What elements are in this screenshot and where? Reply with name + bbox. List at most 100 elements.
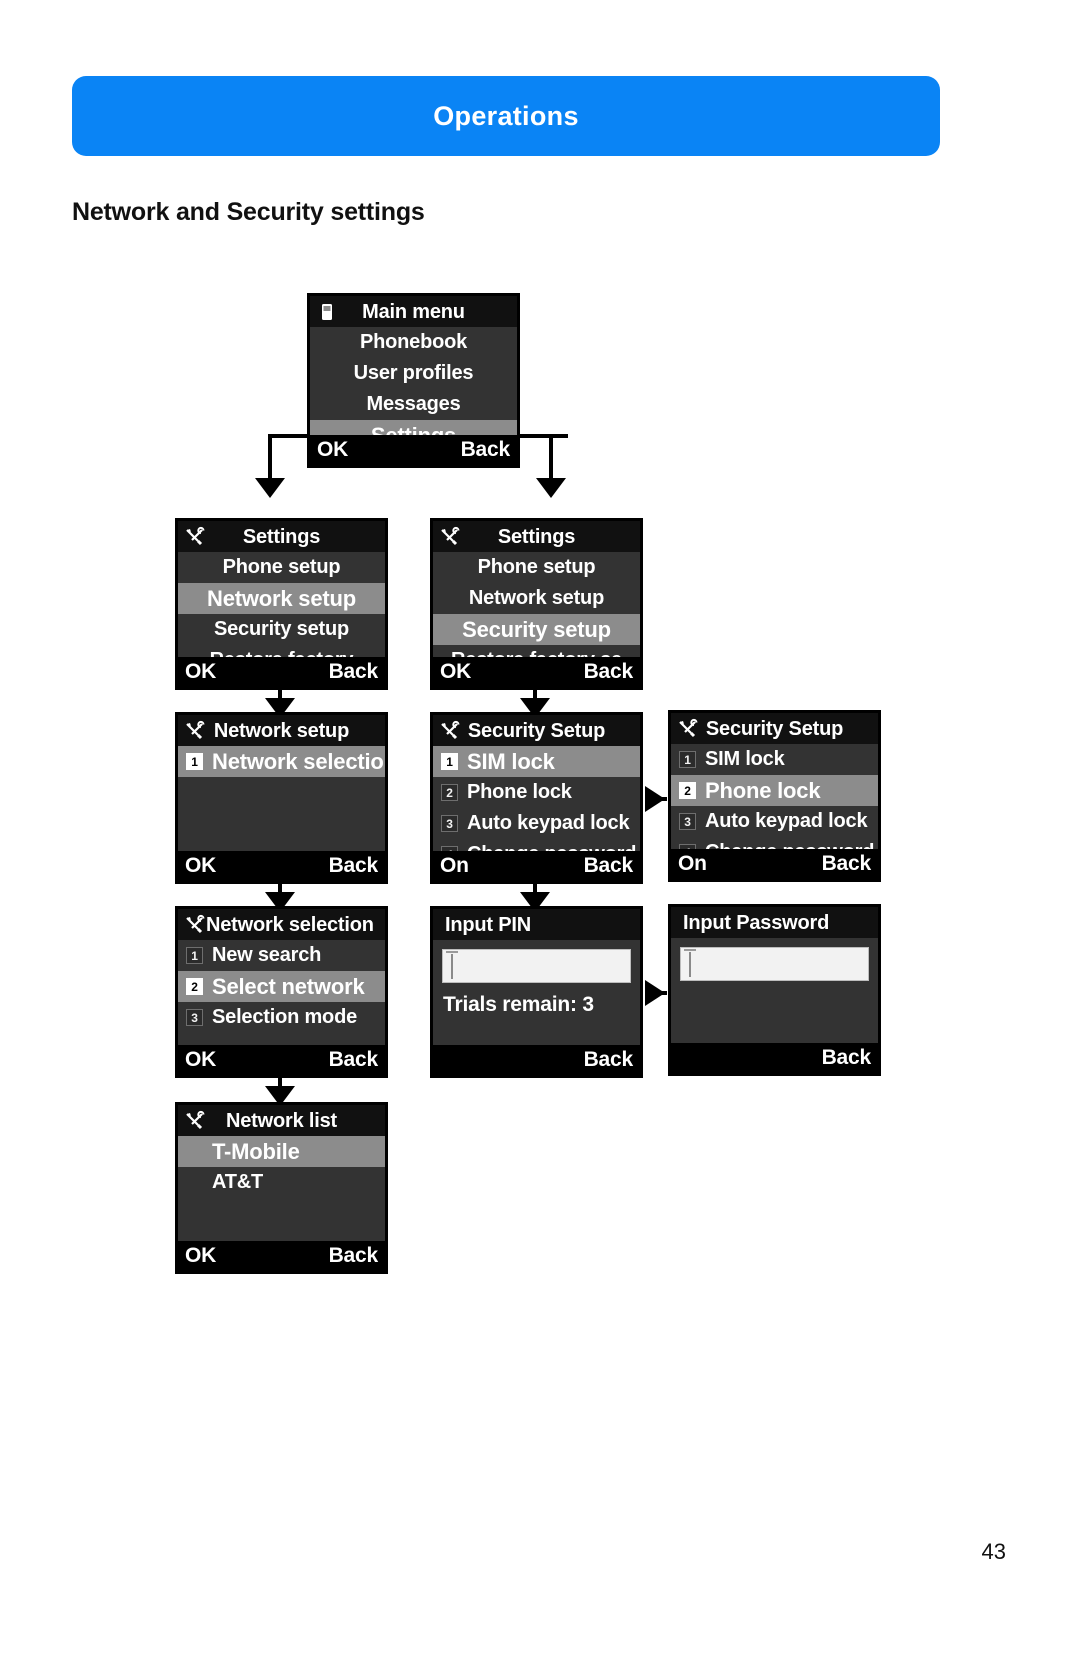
list-item[interactable]: Phone setup: [178, 552, 385, 583]
list-item[interactable]: 2 Phone lock: [433, 777, 640, 808]
list-item-label: New search: [212, 944, 322, 966]
screen-title: Input Password: [683, 911, 830, 934]
list-item-number: 3: [186, 1009, 203, 1026]
list-item-label: Auto keypad lock: [467, 812, 630, 834]
title-spacer: [357, 526, 379, 548]
list-item[interactable]: AT&T: [178, 1167, 385, 1198]
list-item[interactable]: Phone setup: [433, 552, 640, 583]
screen-network-list: Network list T-Mobile AT&T OK Back: [175, 1102, 388, 1274]
softkey-bar: Back: [671, 1043, 878, 1073]
trials-remaining-text: Trials remain: 3: [443, 993, 594, 1016]
screen-titlebar: Network list: [178, 1105, 385, 1136]
screen-title: Settings: [497, 525, 576, 548]
title-spacer: [374, 914, 385, 936]
softkey-left[interactable]: On: [678, 852, 707, 876]
screen-titlebar: Network setup: [178, 715, 385, 746]
list-item-label: Network setup: [468, 587, 605, 609]
list-item-label: Phonebook: [359, 331, 468, 353]
screen-body: 1 Network selectio: [178, 746, 385, 777]
list-item[interactable]: 3 Auto keypad lock: [671, 806, 878, 837]
list-item-number: 2: [186, 978, 203, 995]
password-input[interactable]: [680, 947, 869, 981]
list-item-label: Messages: [366, 393, 461, 415]
screen-title: Settings: [242, 525, 321, 548]
screen-titlebar: Main menu: [310, 296, 517, 327]
list-item-number: 2: [441, 784, 458, 801]
list-item-selected[interactable]: 1 Network selectio: [178, 746, 385, 777]
screen-title: Security Setup: [705, 717, 844, 740]
list-item-selected[interactable]: Network setup: [178, 583, 385, 614]
screen-title: Main menu: [362, 300, 465, 323]
arrow-right-icon: [645, 786, 665, 812]
softkey-bar: On Back: [671, 849, 878, 879]
screen-network-selection: Network selection 1 New search 2 Select …: [175, 906, 388, 1078]
screen-title: Network list: [226, 1109, 337, 1132]
list-item-selected[interactable]: 2 Select network: [178, 971, 385, 1002]
softkey-right[interactable]: Back: [329, 854, 379, 878]
softkey-right[interactable]: Back: [822, 1046, 872, 1070]
list-item-label: Security setup: [213, 618, 350, 640]
list-item[interactable]: User profiles: [310, 358, 517, 389]
softkey-left[interactable]: OK: [185, 1244, 216, 1268]
list-item[interactable]: Messages: [310, 389, 517, 420]
softkey-right[interactable]: Back: [822, 852, 872, 876]
list-item-selected[interactable]: Security setup: [433, 614, 640, 645]
arrow-right-icon: [645, 980, 665, 1006]
screen-input-pin: Input PIN Trials remain: 3 Back: [430, 906, 643, 1078]
softkey-right[interactable]: Back: [329, 1048, 379, 1072]
softkey-left[interactable]: OK: [185, 660, 216, 684]
screen-security-setup-sim: Security Setup 1 SIM lock 2 Phone lock 3…: [430, 712, 643, 884]
softkey-right[interactable]: Back: [584, 660, 634, 684]
text-cursor-icon: [689, 952, 691, 977]
tools-icon: [184, 526, 206, 548]
softkey-left[interactable]: OK: [440, 660, 471, 684]
arrow-down-icon: [536, 478, 566, 498]
list-item-label: SIM lock: [705, 748, 785, 770]
list-item-selected[interactable]: T-Mobile: [178, 1136, 385, 1167]
pin-input[interactable]: [442, 949, 631, 983]
title-spacer: [357, 720, 379, 742]
list-item[interactable]: 1 New search: [178, 940, 385, 971]
list-item-number: 1: [186, 947, 203, 964]
list-item[interactable]: 1 SIM lock: [671, 744, 878, 775]
softkey-right[interactable]: Back: [329, 1244, 379, 1268]
page-number: 43: [981, 1539, 1006, 1564]
softkey-bar: OK Back: [178, 1241, 385, 1271]
screen-body: Trials remain: 3: [433, 949, 640, 1017]
title-spacer: [357, 1110, 379, 1132]
screen-network-setup: Network setup 1 Network selectio OK Back: [175, 712, 388, 884]
screen-title: Input PIN: [445, 913, 531, 936]
list-item-label: Phone setup: [477, 556, 596, 578]
list-item[interactable]: Phonebook: [310, 327, 517, 358]
screen-titlebar: Input PIN: [433, 909, 640, 940]
tools-icon: [677, 718, 699, 740]
arrow-down-icon: [255, 478, 285, 498]
softkey-bar: Back: [433, 1045, 640, 1075]
screen-main-menu: Main menu Phonebook User profiles Messag…: [307, 293, 520, 468]
list-item-label: Network setup: [207, 585, 356, 611]
connector-line: [549, 434, 553, 484]
page-title: Network and Security settings: [72, 198, 425, 226]
list-item[interactable]: 3 Selection mode: [178, 1002, 385, 1033]
list-item-label: SIM lock: [467, 748, 555, 774]
tools-icon: [439, 720, 461, 742]
screen-titlebar: Input Password: [671, 907, 878, 938]
list-item-label: Auto keypad lock: [705, 810, 868, 832]
list-item[interactable]: 3 Auto keypad lock: [433, 808, 640, 839]
list-item-label: Security setup: [462, 616, 611, 642]
softkey-right[interactable]: Back: [584, 1048, 634, 1072]
list-item[interactable]: Network setup: [433, 583, 640, 614]
softkey-left[interactable]: OK: [317, 438, 348, 462]
softkey-left[interactable]: On: [440, 854, 469, 878]
softkey-right[interactable]: Back: [461, 438, 511, 462]
list-item-label: Select network: [212, 973, 365, 999]
list-item-label: Phone lock: [467, 781, 572, 803]
list-item-selected[interactable]: 2 Phone lock: [671, 775, 878, 806]
softkey-right[interactable]: Back: [584, 854, 634, 878]
list-item[interactable]: Security setup: [178, 614, 385, 645]
softkey-right[interactable]: Back: [329, 660, 379, 684]
tools-icon: [184, 914, 206, 936]
list-item-selected[interactable]: 1 SIM lock: [433, 746, 640, 777]
softkey-left[interactable]: OK: [185, 1048, 216, 1072]
softkey-left[interactable]: OK: [185, 854, 216, 878]
